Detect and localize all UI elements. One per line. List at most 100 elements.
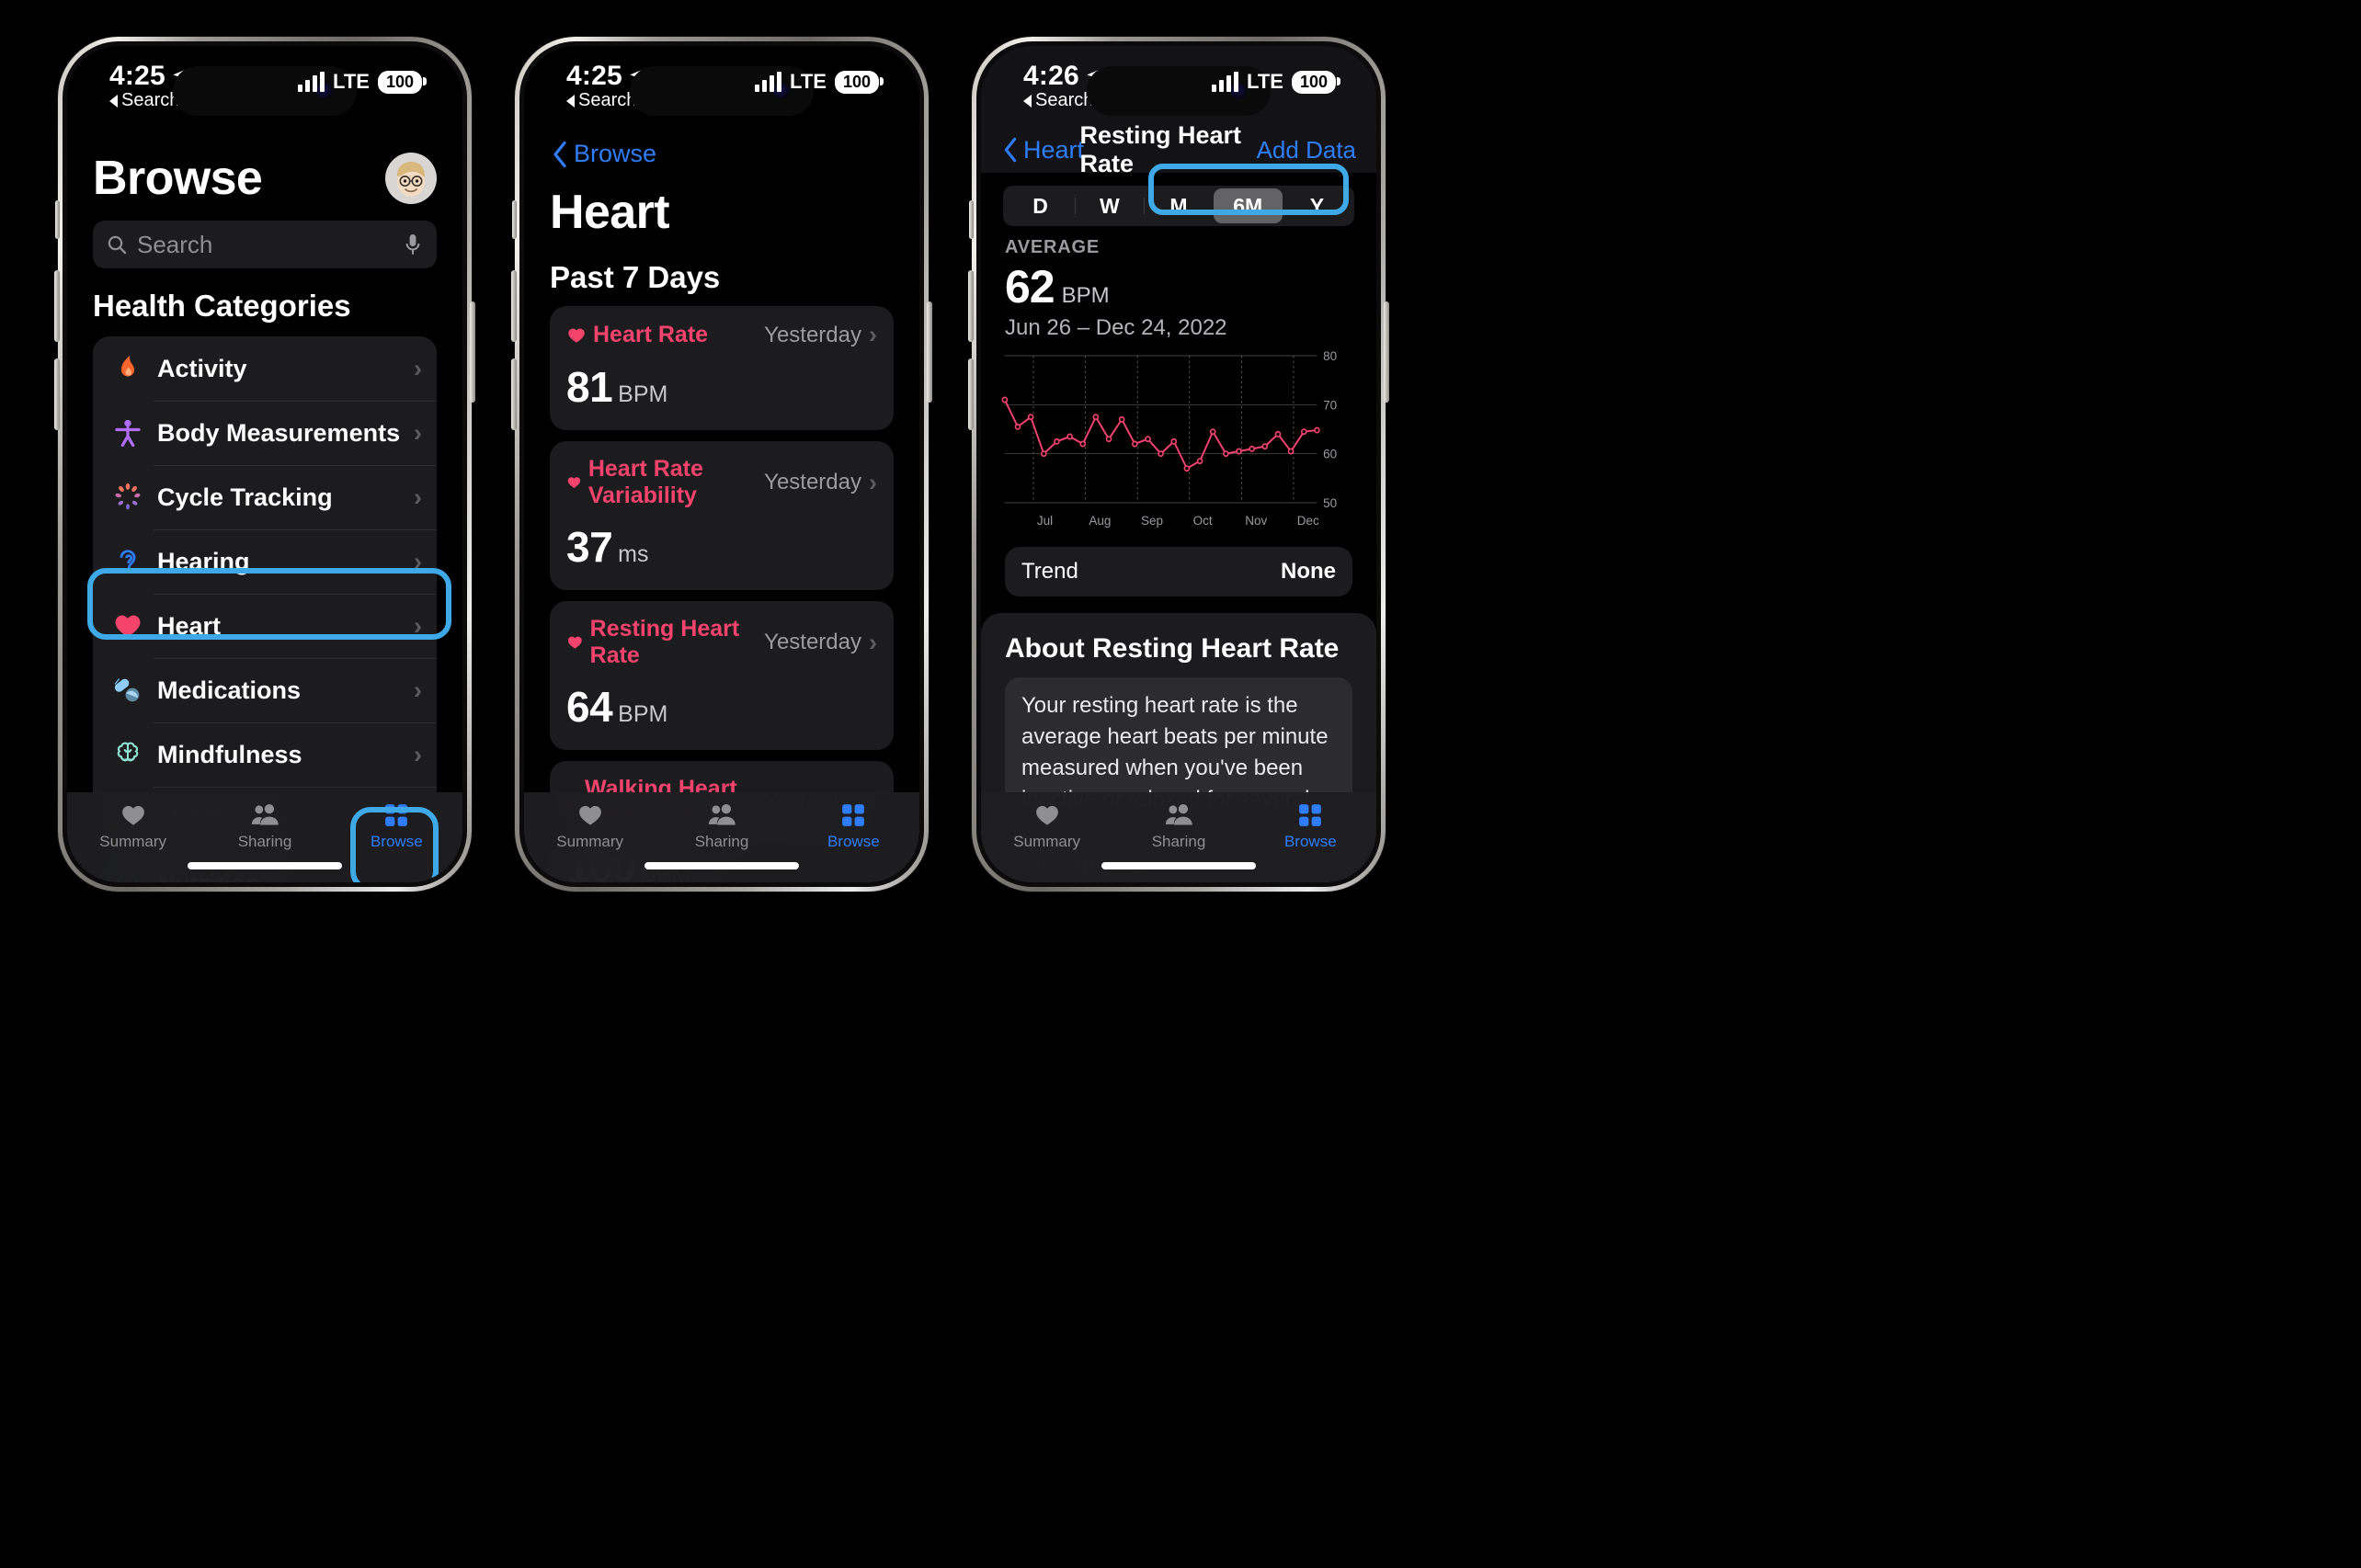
segment-6m[interactable]: 6M [1213,188,1283,223]
trend-label: Trend [1021,559,1078,584]
average-label: AVERAGE [1005,237,1101,257]
sidebar-item-cycle-tracking[interactable]: Cycle Tracking › [93,465,437,529]
chevron-right-icon: › [414,418,422,447]
tab-label: Sharing [694,833,749,850]
chevron-right-icon: › [869,468,877,496]
heart-icon [1035,805,1058,825]
battery-indicator: 100 [377,70,428,94]
sidebar-item-body-measurements[interactable]: Body Measurements › [93,401,437,465]
volume-down-button[interactable] [511,358,517,430]
battery-indicator: 100 [1291,70,1341,94]
svg-text:Dec: Dec [1297,514,1319,528]
trend-row[interactable]: Trend None [1005,547,1352,597]
power-button[interactable] [1384,301,1389,403]
category-label: Heart [157,611,222,640]
power-button[interactable] [927,301,932,403]
home-indicator[interactable] [1101,862,1256,869]
phone-device-browse: 4:25 Search LTE 100 Browse Search Health… [54,37,475,892]
home-indicator[interactable] [188,862,342,869]
tab-browse[interactable]: Browse [331,801,462,851]
volume-up-button[interactable] [54,270,60,342]
volume-down-button[interactable] [54,358,60,430]
mute-switch[interactable] [55,200,60,239]
metric-unit: BPM [618,381,668,407]
tab-label: Sharing [1151,833,1206,850]
category-label: Hearing [157,547,250,575]
category-label: Cycle Tracking [157,483,333,511]
mute-switch[interactable] [512,200,517,239]
metric-value: 37 [566,523,613,571]
metric-name-group: Heart Rate [566,322,708,348]
back-button[interactable]: Heart [1001,136,1084,165]
search-placeholder: Search [137,230,213,258]
sidebar-item-activity[interactable]: Activity › [93,336,437,401]
category-label: Mindfulness [157,740,302,768]
tab-summary[interactable]: Summary [67,801,199,851]
tab-sharing[interactable]: Sharing [199,801,330,851]
network-type-label: LTE [333,70,370,93]
volume-up-button[interactable] [511,270,517,342]
svg-text:Jul: Jul [1037,514,1053,528]
mute-switch[interactable] [969,200,974,239]
tab-summary[interactable]: Summary [981,801,1112,851]
volume-down-button[interactable] [968,358,974,430]
segment-y[interactable]: Y [1283,188,1352,223]
chevron-right-icon: › [414,354,422,382]
tab-sharing[interactable]: Sharing [656,801,787,851]
search-input[interactable]: Search [93,221,437,268]
chevron-left-icon [1004,137,1017,163]
metric-card-heart-rate[interactable]: Heart Rate Yesterday › 81 BPM [550,306,894,430]
metric-name-group: Resting Heart Rate [566,616,764,669]
segment-w[interactable]: W [1075,188,1144,223]
power-button[interactable] [470,301,475,403]
section-title: Health Categories [93,289,351,323]
segment-m[interactable]: M [1144,188,1213,223]
people-icon [251,803,279,825]
search-icon [108,235,127,255]
heart-icon [567,636,582,649]
sidebar-item-mindfulness[interactable]: Mindfulness › [93,722,437,787]
heart-icon [567,477,581,488]
microphone-icon[interactable] [402,233,424,256]
tab-sharing[interactable]: Sharing [1112,801,1244,851]
phone-device-heart: 4:25 Search LTE 100 Browse Heart Past 7 … [511,37,932,892]
page-title: Heart [550,186,670,239]
tab-label: Summary [1013,833,1081,850]
avatar[interactable] [385,153,437,204]
heart-icon [568,328,585,343]
average-block: AVERAGE 62 BPM Jun 26 – Dec 24, 2022 [981,226,1376,341]
average-date-range: Jun 26 – Dec 24, 2022 [1005,315,1227,340]
back-button[interactable]: Browse [550,140,894,168]
people-icon [708,803,736,825]
tab-browse[interactable]: Browse [1245,801,1376,851]
signal-strength-icon [1212,72,1239,92]
metric-value: 64 [566,683,613,731]
phone-device-resting-heart-rate: 4:26 Search LTE 100 Heart Resting Heart … [968,37,1389,892]
page-title: Resting Heart Rate [1079,121,1242,177]
status-back-label: Search [578,90,637,110]
heart-icon [578,805,601,825]
svg-text:Aug: Aug [1089,514,1111,528]
category-label: Body Measurements [157,418,401,447]
tab-label: Sharing [237,833,292,850]
network-type-label: LTE [1247,70,1283,93]
svg-text:Sep: Sep [1141,514,1163,528]
status-time: 4:25 [566,61,622,91]
tab-browse[interactable]: Browse [788,801,919,851]
sidebar-item-hearing[interactable]: Hearing › [93,529,437,594]
segment-d[interactable]: D [1006,188,1075,223]
status-time: 4:25 [109,61,165,91]
sidebar-item-heart[interactable]: Heart › [93,594,437,658]
metric-unit: BPM [618,701,668,727]
volume-up-button[interactable] [968,270,974,342]
tab-summary[interactable]: Summary [524,801,656,851]
brain-icon [108,734,148,775]
heart-icon [121,805,144,825]
home-indicator[interactable] [644,862,799,869]
metric-card-resting-heart-rate[interactable]: Resting Heart Rate Yesterday › 64 BPM [550,601,894,750]
range-segmented-control[interactable]: D W M 6M Y [1003,186,1354,226]
flame-icon [108,348,148,389]
metric-card-hrv[interactable]: Heart Rate Variability Yesterday › 37 ms [550,441,894,590]
sidebar-item-medications[interactable]: Medications › [93,658,437,722]
metric-unit: ms [618,541,649,567]
